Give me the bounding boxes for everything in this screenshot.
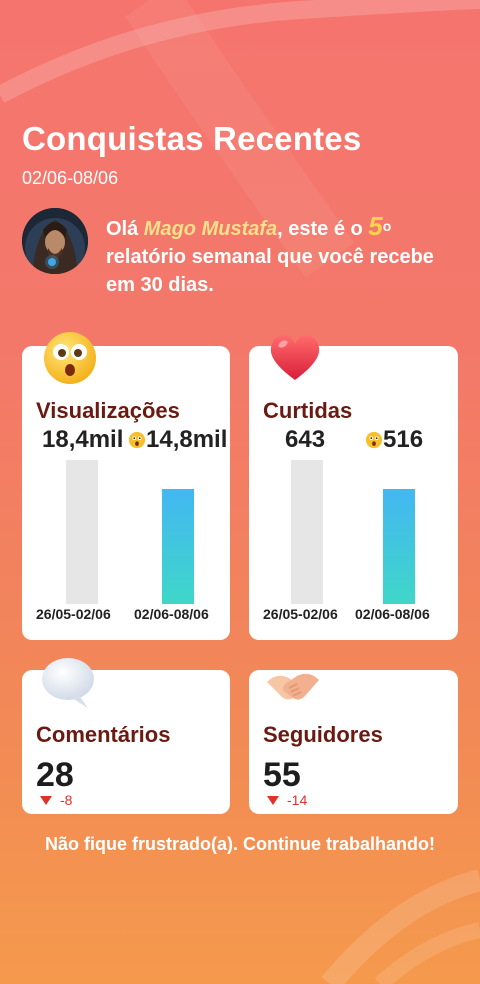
astonished-face-icon [128, 431, 146, 449]
likes-previous-period: 26/05-02/06 [263, 606, 338, 622]
views-previous-bar [66, 460, 98, 604]
avatar-image [22, 208, 88, 274]
handshake-icon [267, 673, 319, 700]
views-current-bar [162, 489, 194, 604]
followers-card[interactable]: Seguidores 55 -14 [249, 670, 458, 814]
views-previous-value: 18,4mil [42, 426, 124, 453]
comments-card[interactable]: Comentários 28 -8 [22, 658, 230, 814]
likes-previous-bar [291, 460, 323, 604]
greeting-text: Olá Mago Mustafa, este é o 5o relatório … [106, 212, 446, 299]
followers-title: Seguidores [263, 722, 383, 747]
followers-delta-value: -14 [287, 792, 308, 808]
page-title: Conquistas Recentes [22, 120, 362, 157]
likes-current-period: 02/06-08/06 [355, 606, 430, 622]
greeting-middle: , este é o [277, 218, 369, 240]
greeting-suffix: relatório semanal que você recebe em 30 … [106, 246, 434, 296]
heart-icon [270, 335, 320, 380]
header: Conquistas Recentes 02/06-08/06 [22, 120, 361, 189]
comments-delta: -8 [40, 792, 72, 808]
likes-current-bar [383, 489, 415, 604]
likes-card[interactable]: Curtidas 643 516 26/05-02/06 02/06-08/06 [249, 335, 458, 640]
greeting-prefix: Olá [106, 218, 144, 240]
astonished-face-icon [365, 431, 383, 449]
comments-delta-value: -8 [60, 792, 73, 808]
report-number: 5 [368, 211, 383, 241]
likes-current-value-wrapper: 516 [365, 426, 423, 454]
intro-section: Olá Mago Mustafa, este é o 5o relatório … [22, 208, 462, 300]
views-current-value: 14,8mil [146, 426, 228, 453]
views-card[interactable]: Visualizações 18,4mil 14,8mil 26/05-02/0… [22, 332, 230, 640]
views-current-period: 02/06-08/06 [134, 606, 209, 622]
decrease-arrow-icon [267, 796, 279, 805]
likes-title: Curtidas [263, 398, 353, 423]
likes-previous-value: 643 [285, 426, 326, 453]
encouragement-message: Não fique frustrado(a). Continue trabalh… [45, 834, 435, 854]
user-name[interactable]: Mago Mustafa [144, 218, 277, 240]
comments-value: 28 [36, 756, 74, 794]
speech-bubble-icon [42, 658, 94, 708]
views-current-value-wrapper: 14,8mil [128, 426, 227, 454]
views-previous-period: 26/05-02/06 [36, 606, 111, 622]
followers-delta: -14 [267, 792, 307, 808]
views-title: Visualizações [36, 398, 180, 423]
ordinal-suffix: o [382, 218, 392, 234]
shocked-face-icon [44, 332, 96, 384]
likes-current-value: 516 [383, 426, 424, 453]
decrease-arrow-icon [40, 796, 52, 805]
followers-value: 55 [263, 756, 301, 794]
avatar[interactable] [22, 208, 88, 274]
date-range: 02/06-08/06 [22, 168, 119, 188]
comments-title: Comentários [36, 722, 171, 747]
